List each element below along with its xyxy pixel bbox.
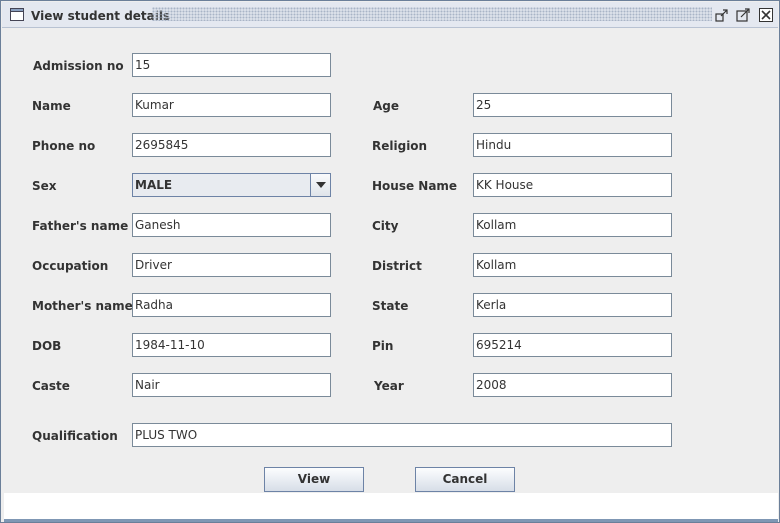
pin-field[interactable]: 695214 xyxy=(473,333,672,357)
sex-dropdown[interactable]: MALE xyxy=(132,173,331,197)
label-occupation: Occupation xyxy=(32,259,109,273)
cancel-button[interactable]: Cancel xyxy=(415,467,515,492)
religion-field[interactable]: Hindu xyxy=(473,133,672,157)
sex-selected-value: MALE xyxy=(135,178,173,192)
label-caste: Caste xyxy=(32,379,70,393)
label-dob: DOB xyxy=(32,339,62,353)
phone-no-field[interactable]: 2695845 xyxy=(132,133,331,157)
name-field[interactable]: Kumar xyxy=(132,93,331,117)
qualification-field[interactable]: PLUS TWO xyxy=(132,423,672,447)
admission-no-field[interactable]: 15 xyxy=(132,53,331,77)
occupation-field[interactable]: Driver xyxy=(132,253,331,277)
label-house-name: House Name xyxy=(372,179,458,193)
label-mothers-name: Mother's name xyxy=(32,299,133,313)
house-name-field[interactable]: KK House xyxy=(473,173,672,197)
label-qualification: Qualification xyxy=(32,429,118,443)
age-field[interactable]: 25 xyxy=(473,93,672,117)
window-bottom-border xyxy=(4,519,778,522)
view-button[interactable]: View xyxy=(264,467,364,492)
label-fathers-name: Father's name xyxy=(32,219,129,233)
label-age: Age xyxy=(373,99,400,113)
window-icon xyxy=(10,8,24,21)
title-bar[interactable]: View student details xyxy=(2,2,778,28)
mothers-name-field[interactable]: Radha xyxy=(132,293,331,317)
label-name: Name xyxy=(32,99,71,113)
label-religion: Religion xyxy=(372,139,428,153)
label-district: District xyxy=(372,259,422,273)
window-frame: View student details Admission no 15 Nam… xyxy=(0,0,780,523)
label-city: City xyxy=(372,219,399,233)
label-admission-no: Admission no xyxy=(33,59,124,73)
fathers-name-field[interactable]: Ganesh xyxy=(132,213,331,237)
label-year: Year xyxy=(374,379,404,393)
close-icon[interactable] xyxy=(759,8,773,22)
maximize-icon[interactable] xyxy=(736,8,750,22)
chevron-down-icon[interactable] xyxy=(310,174,330,196)
label-phone-no: Phone no xyxy=(32,139,96,153)
window-bottom-area xyxy=(4,493,778,520)
label-sex: Sex xyxy=(32,179,57,193)
year-field[interactable]: 2008 xyxy=(473,373,672,397)
title-bar-grip xyxy=(152,7,712,21)
label-state: State xyxy=(372,299,409,313)
caste-field[interactable]: Nair xyxy=(132,373,331,397)
state-field[interactable]: Kerla xyxy=(473,293,672,317)
label-pin: Pin xyxy=(372,339,394,353)
dob-field[interactable]: 1984-11-10 xyxy=(132,333,331,357)
district-field[interactable]: Kollam xyxy=(473,253,672,277)
window-title: View student details xyxy=(31,9,171,23)
city-field[interactable]: Kollam xyxy=(473,213,672,237)
iconify-icon[interactable] xyxy=(715,8,729,22)
